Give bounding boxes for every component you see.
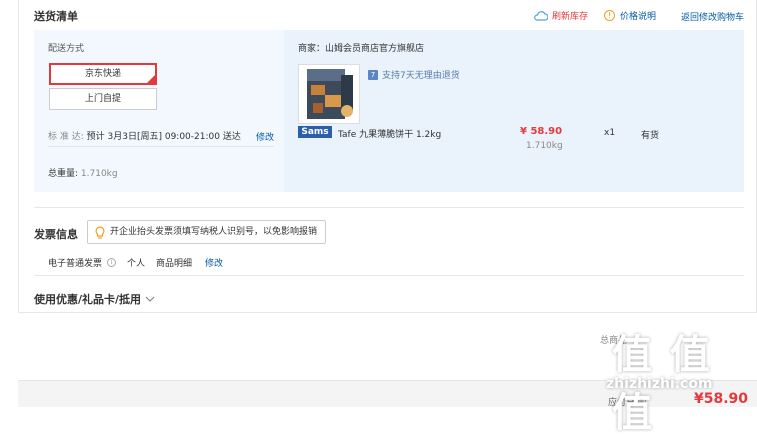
self-pickup-label: 上门自提 [84,94,121,104]
return-badge-icon: 7 [368,69,378,80]
seller-name: 山姆会员商店官方旗舰店 [325,44,425,54]
jd-express-label: 京东快递 [84,69,121,79]
selected-corner-icon [146,74,156,84]
cloud-icon [534,10,548,21]
section-divider [34,275,744,276]
product-name[interactable]: Tafe 九果薄脆饼干 1.2kg [338,127,441,140]
total-weight-label: 总重量: [48,169,79,179]
section-divider [34,207,744,208]
watermark-site: zhizhizhi.com [606,376,713,392]
delivery-estimate: 预计 3月3日[周五] 09:00-21:00 送达 [86,132,241,142]
total-weight-value: 1.710kg [80,169,118,179]
self-pickup-option[interactable]: 上门自提 [49,88,157,110]
back-to-cart-link[interactable]: 返回修改购物车 [681,10,744,23]
invoice-title: 发票信息 [34,228,78,241]
shipping-method-panel: 配送方式 京东快递 上门自提 标 准 达: 预计 3月3日[周五] 09:00-… [34,30,282,192]
delivery-panel: 配送方式 京东快递 上门自提 标 准 达: 预计 3月3日[周五] 09:00-… [34,30,744,192]
seller-row: 商家：山姆会员商店官方旗舰店 [298,41,424,54]
refresh-stock-label: 刷新库存 [552,12,589,22]
shipping-method-label: 配送方式 [48,44,85,54]
stock-status: 有货 [641,131,660,141]
invoice-holder: 个人 [127,259,146,269]
seller-panel: 商家：山姆会员商店官方旗舰店 7 支持7天无理由退货 Sams Tafe 九果薄… [284,30,744,192]
return-policy-label: 支持7天无理由退货 [382,71,460,81]
price-info-link[interactable]: ! 价格说明 [604,9,656,22]
price-info-label: 价格说明 [620,12,657,22]
info-icon[interactable]: i [107,258,117,267]
product-qty: x1 [604,128,616,138]
invoice-detail: 商品明细 [156,259,193,269]
return-policy: 7 支持7天无理由退货 [368,68,460,81]
sams-logo: Sams [298,126,332,138]
divider [48,146,274,147]
invoice-detail-row: 电子普通发票 i 个人 商品明细 修改 [48,256,223,269]
product-weight: 1.710kg [526,141,563,151]
refresh-stock-link[interactable]: 刷新库存 [534,9,588,22]
info-icon: ! [604,10,615,21]
delivery-estimate-row: 标 准 达: 预计 3月3日[周五] 09:00-21:00 送达 [48,129,241,142]
seller-label: 商家： [298,44,326,54]
chevron-down-icon [145,296,155,302]
invoice-tip: 开企业抬头发票须填写纳税人识别号，以免影响报销 [87,220,327,244]
jd-express-option[interactable]: 京东快递 [49,63,157,85]
product-price: ¥ 58.90 [520,126,563,137]
product-image[interactable] [298,64,360,124]
cracker-box-image [307,69,353,119]
lightbulb-icon [95,226,105,239]
invoice-tip-text: 开企业抬头发票须填写纳税人识别号，以免影响报销 [110,227,318,237]
coupon-toggle[interactable]: 使用优惠/礼品卡/抵用 [34,291,155,307]
invoice-type: 电子普通发票 [48,259,103,269]
delivery-list-title: 送货清单 [34,10,78,23]
total-weight-row: 总重量: 1.710kg [48,166,118,179]
standard-label: 标 准 达: [48,132,84,142]
coupon-title: 使用优惠/礼品卡/抵用 [34,293,142,306]
modify-invoice-link[interactable]: 修改 [205,256,223,269]
modify-delivery-link[interactable]: 修改 [256,130,274,143]
